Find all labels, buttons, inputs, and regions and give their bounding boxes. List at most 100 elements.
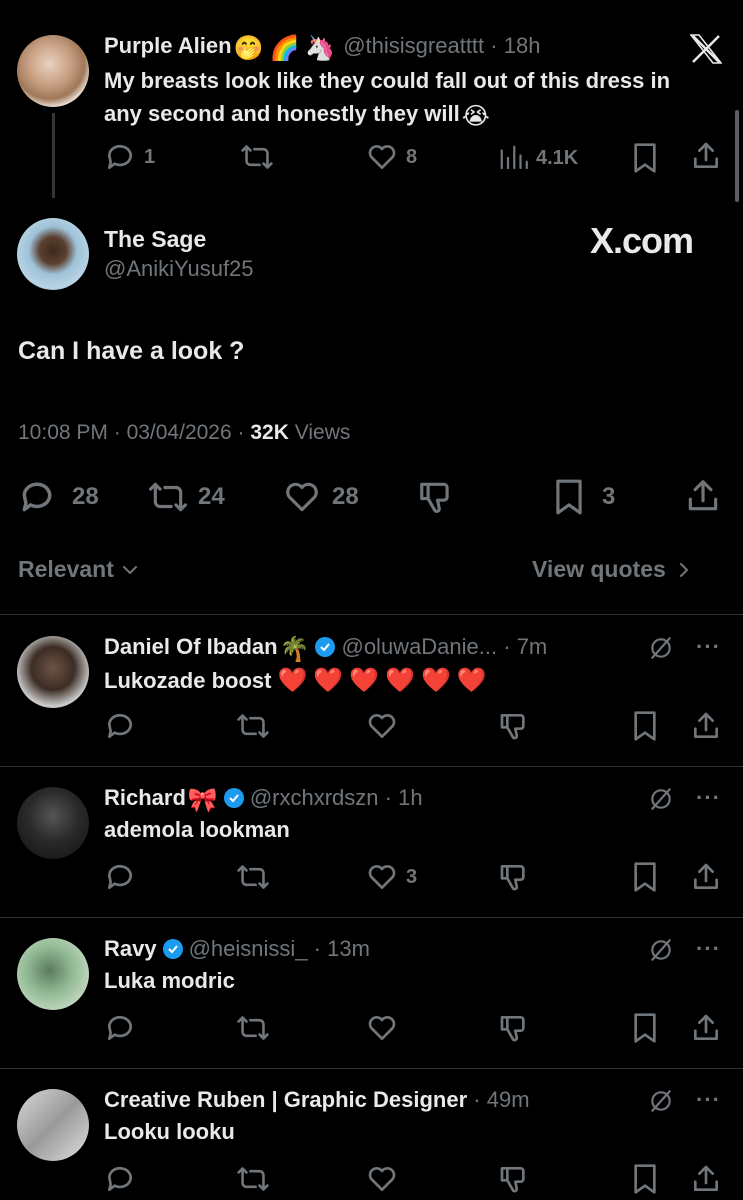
retweet-icon: [237, 865, 269, 889]
display-name[interactable]: Richard: [104, 785, 186, 810]
handle[interactable]: @thisisgreatttt: [343, 33, 484, 58]
grok-icon[interactable]: [648, 937, 674, 968]
reply-button[interactable]: [104, 710, 136, 747]
tweet-header: Purple Alien🤭 🌈 🦄 @thisisgreatttt · 18h: [104, 33, 541, 62]
reply-button[interactable]: 1: [104, 141, 155, 173]
bookmark-icon: [634, 143, 656, 173]
bookmark-button[interactable]: [631, 861, 659, 898]
timestamp[interactable]: 7m: [517, 634, 548, 659]
reply-icon: [107, 144, 132, 169]
reply-count: 1: [144, 145, 156, 168]
views-label[interactable]: Views: [295, 421, 351, 444]
like-button[interactable]: [366, 1163, 406, 1195]
tweet-text: My breasts look like they could fall out…: [104, 68, 671, 130]
bookmark-button[interactable]: [631, 1163, 659, 1200]
like-button[interactable]: [366, 710, 406, 742]
retweet-button[interactable]: [236, 861, 270, 898]
watermark: X.com: [590, 220, 694, 261]
thumbs-down-icon: [420, 482, 449, 513]
handle[interactable]: @heisnissi_: [189, 936, 308, 961]
reply-button[interactable]: 28: [18, 478, 99, 516]
handle[interactable]: @rxchxrdszn: [250, 785, 379, 810]
avatar[interactable]: [17, 218, 89, 290]
more-options-icon[interactable]: ···: [696, 936, 721, 962]
display-name[interactable]: Creative Ruben | Graphic Designer: [104, 1087, 467, 1112]
chevron-down-icon: [122, 565, 137, 574]
downvote-button[interactable]: [498, 710, 530, 747]
reply-count: 28: [72, 483, 99, 510]
view-quotes-link[interactable]: View quotes: [532, 556, 694, 583]
grok-icon[interactable]: [648, 635, 674, 666]
display-name[interactable]: The Sage: [104, 226, 206, 253]
display-name[interactable]: Daniel Of Ibadan: [104, 634, 278, 659]
reply-icon: [22, 482, 52, 512]
more-options-icon[interactable]: ···: [696, 634, 721, 660]
scrollbar[interactable]: [735, 110, 739, 202]
retweet-button[interactable]: [236, 710, 270, 747]
share-icon: [694, 1014, 718, 1040]
bookmark-count: 3: [602, 483, 616, 510]
display-name[interactable]: Purple Alien: [104, 33, 232, 58]
like-button[interactable]: 8: [366, 141, 417, 173]
avatar[interactable]: [17, 787, 89, 859]
share-button[interactable]: [690, 1012, 722, 1049]
like-button[interactable]: 28: [282, 478, 359, 516]
downvote-button[interactable]: [416, 478, 456, 521]
reply-button[interactable]: [104, 861, 136, 898]
reply-icon: [107, 1166, 132, 1191]
share-icon: [694, 712, 718, 738]
downvote-button[interactable]: [498, 1163, 530, 1200]
like-button[interactable]: 3: [366, 861, 417, 893]
grok-icon[interactable]: [648, 1088, 674, 1119]
views-button[interactable]: 4.1K: [498, 143, 578, 173]
retweet-button[interactable]: [236, 1012, 270, 1049]
more-options-icon[interactable]: ···: [696, 785, 721, 811]
share-icon: [688, 480, 718, 511]
display-name[interactable]: Ravy: [104, 936, 157, 961]
more-options-icon[interactable]: ···: [696, 1087, 721, 1113]
retweet-icon: [237, 714, 269, 738]
red-heart-emoji: ❤️: [277, 667, 308, 694]
sort-dropdown[interactable]: Relevant: [18, 556, 140, 583]
tweet-date[interactable]: 03/04/2026: [127, 421, 232, 444]
retweet-button[interactable]: [236, 1163, 270, 1200]
handle[interactable]: @oluwaDanie...: [341, 634, 497, 659]
avatar[interactable]: [17, 35, 89, 107]
avatar[interactable]: [17, 1089, 89, 1161]
verified-badge-icon: [162, 939, 183, 959]
handle[interactable]: @AnikiYusuf25: [104, 256, 254, 282]
retweet-button[interactable]: [240, 141, 274, 178]
bookmark-button[interactable]: [631, 710, 659, 747]
timestamp[interactable]: 1h: [398, 785, 422, 810]
reply-button[interactable]: [104, 1012, 136, 1049]
share-button[interactable]: [690, 140, 722, 177]
tweet-meta: 10:08 PM · 03/04/2026 · 32K Views: [18, 421, 351, 444]
tweet-header: Ravy @heisnissi_ · 13m: [104, 936, 370, 961]
reply-button[interactable]: [104, 1163, 136, 1200]
downvote-button[interactable]: [498, 1012, 530, 1049]
bookmark-button[interactable]: [631, 142, 659, 179]
red-heart-emoji: ❤️: [313, 667, 344, 694]
tweet-time[interactable]: 10:08 PM: [18, 421, 108, 444]
downvote-button[interactable]: [498, 861, 530, 898]
timestamp[interactable]: 18h: [504, 33, 541, 58]
divider: [0, 614, 743, 615]
bookmark-button[interactable]: [631, 1012, 659, 1049]
name-emoji: 🌴: [279, 636, 310, 663]
like-button[interactable]: [366, 1012, 406, 1044]
avatar[interactable]: [17, 636, 89, 708]
timestamp[interactable]: 13m: [327, 936, 370, 961]
grok-icon[interactable]: [648, 786, 674, 817]
name-emoji: 🤭: [233, 35, 264, 62]
x-logo-icon[interactable]: [689, 34, 723, 69]
avatar[interactable]: [17, 938, 89, 1010]
share-button[interactable]: [690, 710, 722, 747]
view-quotes-label: View quotes: [532, 556, 666, 582]
like-count: 3: [406, 865, 418, 888]
bookmark-button[interactable]: 3: [552, 478, 615, 516]
share-button[interactable]: [690, 861, 722, 898]
share-button[interactable]: [690, 1163, 722, 1200]
retweet-button[interactable]: 24: [146, 478, 225, 516]
timestamp[interactable]: 49m: [487, 1087, 530, 1112]
share-button[interactable]: [684, 477, 722, 520]
